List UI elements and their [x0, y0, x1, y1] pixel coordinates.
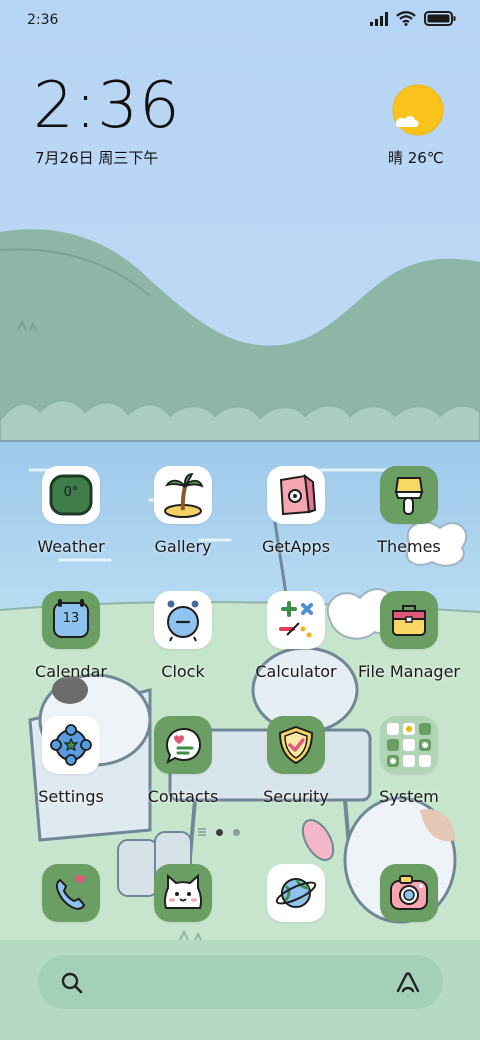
search-icon[interactable]: [60, 971, 84, 995]
gallery-app-tile[interactable]: [154, 466, 212, 524]
getapps-app-tile[interactable]: [267, 466, 325, 524]
settings-app-tile[interactable]: [42, 716, 100, 774]
gear-flower-icon: [50, 724, 92, 766]
app-themes[interactable]: Themes: [349, 466, 469, 556]
app-calculator[interactable]: Calculator: [236, 591, 356, 681]
app-label-calculator: Calculator: [255, 662, 337, 681]
phone-icon: [55, 875, 86, 910]
app-weather[interactable]: 0° Weather: [11, 466, 131, 556]
clock-widget-time[interactable]: 2:36: [33, 74, 181, 138]
app-calendar[interactable]: 13 Calendar: [11, 591, 131, 681]
security-app-tile[interactable]: [267, 716, 325, 774]
weather-app-tile[interactable]: 0°: [42, 466, 100, 524]
wifi-icon: [396, 11, 416, 26]
file-manager-app-tile[interactable]: [380, 591, 438, 649]
camera-app-tile[interactable]: [380, 864, 438, 922]
page-dot[interactable]: [233, 828, 240, 836]
app-label-system: System: [379, 787, 439, 806]
weather-widget-text: 晴 26℃: [388, 149, 444, 167]
camera-icon: [390, 875, 428, 910]
app-system-folder[interactable]: System: [349, 716, 469, 806]
page-indicator[interactable]: [198, 828, 240, 836]
dock-camera[interactable]: [349, 864, 469, 922]
app-label-clock: Clock: [161, 662, 205, 681]
dock-browser[interactable]: [236, 864, 356, 922]
status-bar-icons: [370, 11, 456, 26]
shield-check-icon: [278, 725, 314, 765]
app-getapps[interactable]: GetApps: [236, 466, 356, 556]
calculator-icon: [279, 601, 313, 638]
contacts-app-tile[interactable]: [154, 716, 212, 774]
phone-app-tile[interactable]: [42, 864, 100, 922]
app-label-calendar: Calendar: [35, 662, 107, 681]
folder-grid-icon: [387, 723, 431, 767]
shopping-bag-icon: [279, 473, 317, 516]
alarm-clock-icon: [167, 600, 199, 642]
battery-icon: [424, 11, 456, 26]
clock-app-tile[interactable]: [154, 591, 212, 649]
calendar-badge: 13: [62, 611, 80, 626]
search-bar[interactable]: [38, 955, 443, 1009]
app-label-weather: Weather: [37, 537, 105, 556]
app-label-security: Security: [263, 787, 329, 806]
status-bar-time: 2:36: [27, 12, 59, 28]
home-screen: 2:36 2:36 7月26日 周三下午 晴 26℃ 0° Weather Ga…: [0, 0, 480, 1040]
page-dot-active[interactable]: [216, 828, 223, 836]
dock-messaging[interactable]: [123, 864, 243, 922]
sun-cloud-icon[interactable]: [392, 84, 444, 136]
app-contacts[interactable]: Contacts: [123, 716, 243, 806]
app-label-file-manager: File Manager: [358, 662, 460, 681]
dock-phone[interactable]: [11, 864, 131, 922]
clock-widget-date: 7月26日 周三下午: [35, 149, 159, 167]
app-security[interactable]: Security: [236, 716, 356, 806]
app-label-themes: Themes: [377, 537, 441, 556]
app-label-gallery: Gallery: [154, 537, 212, 556]
briefcase-icon: [392, 605, 426, 636]
system-folder-tile[interactable]: [380, 716, 438, 774]
assistant-icon[interactable]: [395, 970, 421, 994]
weather-tile-value: 0°: [63, 485, 79, 500]
app-clock[interactable]: Clock: [123, 591, 243, 681]
planet-icon: [275, 878, 317, 908]
app-gallery[interactable]: Gallery: [123, 466, 243, 556]
app-label-getapps: GetApps: [261, 537, 331, 556]
app-label-settings: Settings: [38, 787, 104, 806]
themes-app-tile[interactable]: [380, 466, 438, 524]
app-file-manager[interactable]: File Manager: [349, 591, 469, 681]
calendar-app-tile[interactable]: 13: [42, 591, 100, 649]
palm-island-icon: [164, 473, 204, 518]
signal-icon: [370, 11, 388, 26]
paint-brush-icon: [394, 477, 424, 515]
messaging-app-tile[interactable]: [154, 864, 212, 922]
app-label-contacts: Contacts: [147, 787, 219, 806]
chat-bubble-icon: [165, 727, 202, 765]
cat-face-icon: [163, 873, 203, 909]
calculator-app-tile[interactable]: [267, 591, 325, 649]
page-list-icon: [198, 828, 206, 836]
browser-app-tile[interactable]: [267, 864, 325, 922]
app-settings[interactable]: Settings: [11, 716, 131, 806]
